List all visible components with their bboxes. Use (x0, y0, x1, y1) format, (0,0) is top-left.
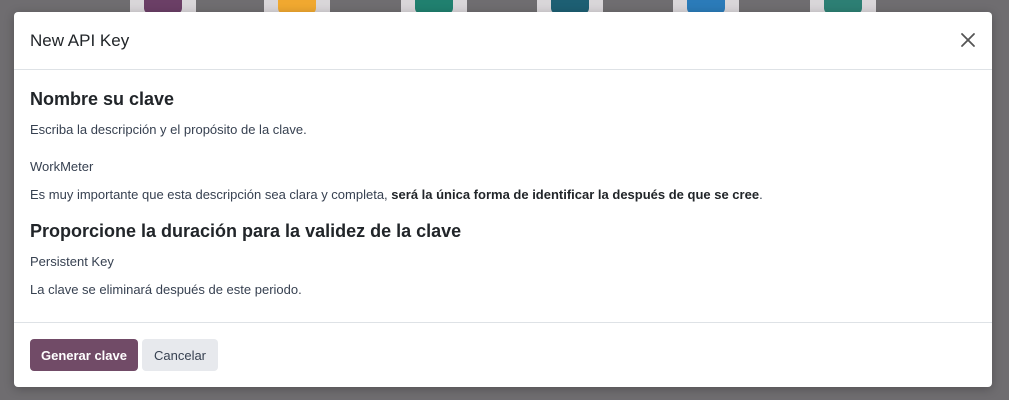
generate-key-button[interactable]: Generar clave (30, 339, 138, 371)
modal-header: New API Key (14, 12, 992, 70)
note-emphasis: será la única forma de identificar la de… (391, 187, 760, 202)
duration-section-heading: Proporcione la duración para la validez … (30, 221, 462, 241)
duration-hint: La clave se eliminará después de este pe… (30, 282, 302, 297)
key-name-field[interactable]: WorkMeter (30, 159, 93, 174)
modal-title: New API Key (30, 31, 130, 50)
close-button[interactable] (958, 30, 978, 50)
modal-footer: Generar clave Cancelar (14, 323, 992, 388)
description-note: Es muy importante que esta descripción s… (30, 187, 763, 202)
close-icon (961, 33, 975, 47)
note-text: Es muy importante que esta descripción s… (30, 187, 392, 202)
name-section-heading: Nombre su clave (30, 89, 175, 109)
modal-body: Nombre su clave Escriba la descripción y… (14, 70, 992, 323)
new-api-key-dialog: New API Key Nombre su clave Escriba la d… (14, 12, 992, 387)
duration-select[interactable]: Persistent Key (30, 254, 114, 269)
note-suffix: . (759, 187, 763, 202)
name-instruction: Escriba la descripción y el propósito de… (30, 122, 307, 137)
cancel-button[interactable]: Cancelar (142, 339, 218, 371)
